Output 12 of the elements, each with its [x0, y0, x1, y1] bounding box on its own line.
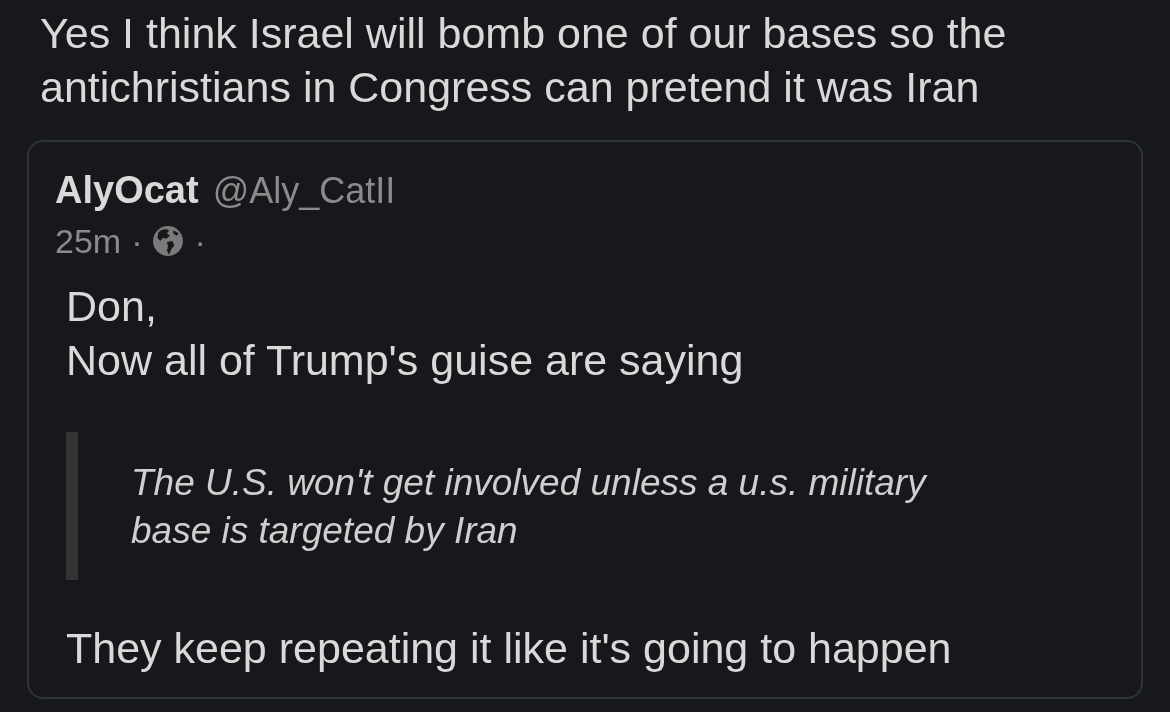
- post-text: Now all of Trump's guise are saying: [66, 335, 745, 386]
- separator-dot: ·: [194, 221, 206, 261]
- author-name[interactable]: AlyOcat: [55, 168, 199, 212]
- post-text: They keep repeating it like it's going to happen: [66, 623, 953, 674]
- author-handle[interactable]: @Aly_CatII: [212, 169, 396, 213]
- globe-icon: [152, 225, 185, 257]
- quoted-post-card[interactable]: AlyOcat @Aly_CatII 25m · · Don, Now all of Trump's guise are saying The U.S. won't get involved unless a u.s. military base is targeted by Iran They keep repeating it like it's going to happen: [27, 140, 1143, 699]
- post-text: Yes I think Israel will bomb one of our bases so the antichristians in Congress can pretend it was Iran: [40, 8, 1008, 113]
- separator-dot: ·: [131, 221, 143, 261]
- quote-text: The U.S. won't get involved unless a u.s. military base is targeted by Iran: [131, 461, 929, 553]
- post-text: Don,: [66, 281, 158, 332]
- post-time: 25m: [55, 221, 122, 261]
